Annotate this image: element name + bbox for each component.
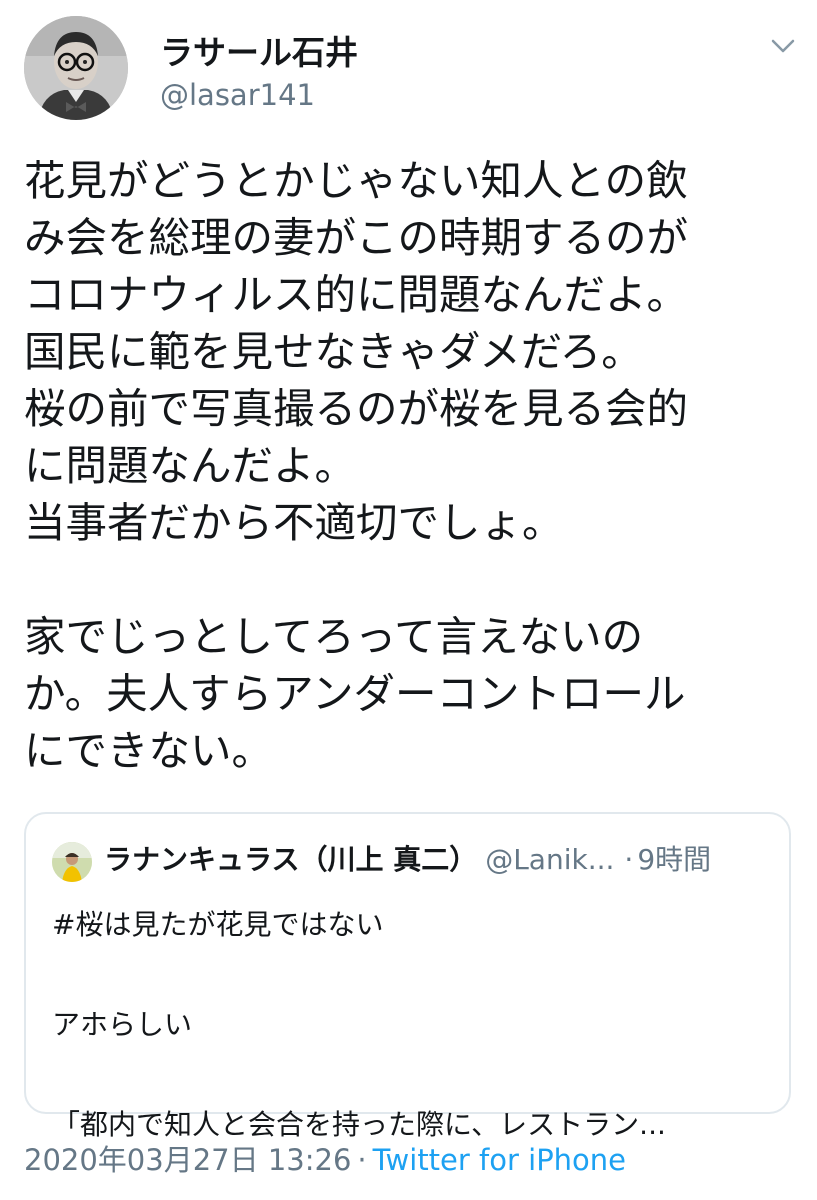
profile-photo-icon — [24, 16, 128, 120]
tweet-text-line: に問題なんだよ。 — [24, 441, 357, 490]
quoted-tweet-header: ラナンキュラス（川上 真二） @Lanik... · 9時間 — [104, 840, 711, 880]
tweet-source-link[interactable]: Twitter for iPhone — [373, 1143, 626, 1177]
tweet-footer: 2020年03月27日 13:26 · Twitter for iPhone — [24, 1140, 626, 1180]
tweet-text-line: にできない。 — [24, 726, 274, 775]
tweet-text-line: 家でじっとしてろって言えないの — [24, 612, 644, 661]
tweet-text-line: 当事者だから不適切でしょ。 — [24, 498, 564, 547]
quoted-header-separator: · — [624, 843, 634, 876]
quoted-author-handle[interactable]: @Lanik... — [485, 843, 614, 876]
profile-photo-icon — [52, 842, 92, 882]
tweet-text: 花見がどうとかじゃない知人との飲 み会を総理の妻がこの時期するのが コロナウィル… — [24, 152, 804, 779]
quoted-text-blank-line — [52, 950, 772, 1000]
quoted-text-line: #桜は見たが花見ではない — [52, 908, 384, 941]
tweet-menu-button[interactable] — [770, 36, 796, 56]
tweet-text-line: 桜の前で写真撮るのが桜を見る会的 — [24, 384, 689, 433]
author-avatar[interactable] — [24, 16, 128, 120]
quoted-author-avatar[interactable] — [52, 842, 92, 882]
quoted-tweet-time[interactable]: 9時間 — [637, 843, 711, 876]
quoted-tweet-card[interactable]: ラナンキュラス（川上 真二） @Lanik... · 9時間 #桜は見たが花見ではない… — [24, 812, 791, 1141]
quoted-tweet-text: #桜は見たが花見ではない アホらしい 「都内で知人と会合を持った際に、レストラン… — [52, 900, 772, 1150]
author-display-name[interactable]: ラサール石井 — [160, 26, 358, 74]
quoted-text-line: アホらしい — [52, 1008, 193, 1041]
tweet-text-line: か。夫人すらアンダーコントロール — [24, 669, 686, 718]
tweet-text-line: 国民に範を見せなきゃダメだろ。 — [24, 327, 643, 376]
tweet-text-line: 花見がどうとかじゃない知人との飲 — [24, 156, 688, 205]
quoted-author-name[interactable]: ラナンキュラス（川上 真二） — [104, 843, 477, 876]
tweet-text-line: み会を総理の妻がこの時期するのが — [24, 213, 689, 262]
tweet-text-line: コロナウィルス的に問題なんだよ。 — [24, 270, 689, 319]
tweet-timestamp[interactable]: 2020年03月27日 13:26 — [24, 1143, 351, 1177]
footer-separator: · — [357, 1143, 367, 1177]
tweet: ラサール石井 @lasar141 花見がどうとかじゃない知人との飲 み会を総理の… — [0, 0, 817, 1200]
author-handle[interactable]: @lasar141 — [160, 78, 315, 112]
quoted-text-blank-line — [52, 1050, 772, 1100]
chevron-down-icon — [771, 39, 795, 53]
